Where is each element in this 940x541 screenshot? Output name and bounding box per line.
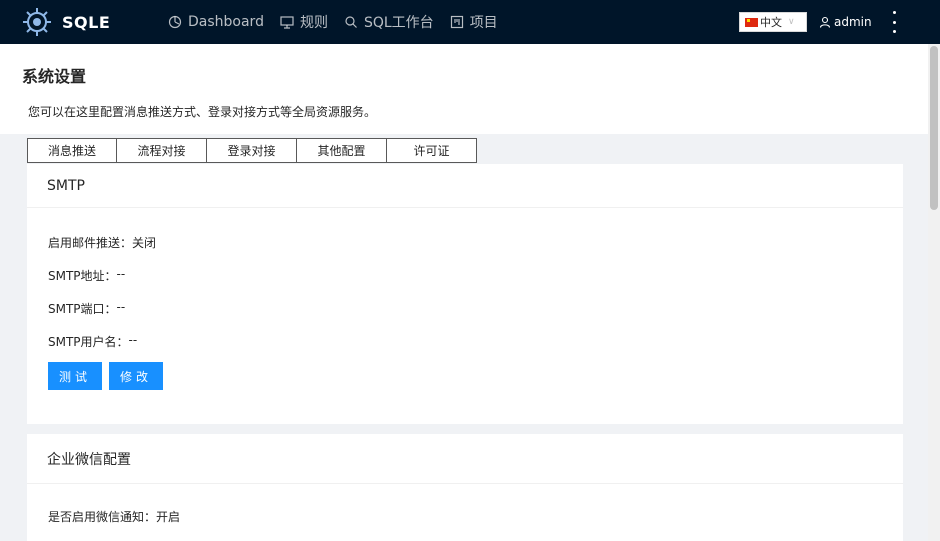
nav-label: 项目 [469, 15, 498, 31]
chevron-down-icon: ∨ [788, 17, 795, 27]
scrollbar-thumb[interactable] [930, 46, 938, 210]
top-header: SQLE Dashboard 规则 SQL工作台 项目 中文 ∨ admin [0, 0, 940, 44]
smtp-port-row: SMTP端口： -- [48, 300, 125, 317]
smtp-username-row: SMTP用户名： -- [48, 333, 137, 350]
china-flag-icon [745, 17, 758, 27]
wechat-card: 企业微信配置 是否启用微信通知： 开启 [27, 434, 903, 541]
smtp-host-row: SMTP地址： -- [48, 267, 125, 284]
field-value: -- [116, 300, 126, 314]
field-label: SMTP地址： [48, 269, 117, 283]
field-value: -- [116, 267, 126, 281]
nav-label: Dashboard [188, 14, 264, 30]
tab-other-config[interactable]: 其他配置 [297, 138, 387, 163]
main-nav: Dashboard 规则 SQL工作台 项目 [168, 12, 514, 32]
logo[interactable]: SQLE [20, 5, 168, 39]
smtp-card-title: SMTP [27, 164, 903, 208]
wechat-card-title: 企业微信配置 [27, 434, 903, 484]
wechat-enable-row: 是否启用微信通知： 开启 [48, 508, 180, 525]
field-label: SMTP用户名： [48, 335, 129, 349]
sqle-logo-icon [23, 8, 51, 36]
nav-rules[interactable]: 规则 [280, 12, 328, 32]
field-value: 关闭 [132, 236, 157, 250]
test-button[interactable]: 测试 [48, 362, 102, 390]
more-vertical-icon[interactable] [889, 11, 899, 33]
tab-process-integration[interactable]: 流程对接 [117, 138, 207, 163]
edit-button[interactable]: 修改 [109, 362, 163, 390]
field-label: 是否启用微信通知： [48, 510, 157, 524]
tab-license[interactable]: 许可证 [387, 138, 477, 163]
search-icon [345, 16, 357, 28]
language-value: 中文 [760, 16, 782, 29]
project-icon [450, 15, 463, 29]
field-value: 开启 [156, 510, 181, 524]
page-description: 您可以在这里配置消息推送方式、登录对接方式等全局资源服务。 [28, 105, 377, 119]
nav-label: SQL工作台 [363, 15, 434, 31]
settings-tabs: 消息推送 流程对接 登录对接 其他配置 许可证 [27, 138, 477, 163]
smtp-enable-row: 启用邮件推送： 关闭 [48, 234, 156, 251]
field-label: 启用邮件推送： [48, 236, 133, 250]
tab-message-push[interactable]: 消息推送 [27, 138, 117, 163]
username: admin [834, 15, 872, 29]
dashboard-icon [168, 15, 182, 29]
page-title: 系统设置 [22, 67, 87, 86]
nav-sql-workbench[interactable]: SQL工作台 [344, 12, 434, 32]
logo-text: SQLE [62, 12, 111, 32]
user-icon [819, 16, 831, 28]
tab-login-integration[interactable]: 登录对接 [207, 138, 297, 163]
field-value: -- [128, 333, 138, 347]
nav-project[interactable]: 项目 [450, 12, 498, 32]
smtp-card: SMTP 启用邮件推送： 关闭 SMTP地址： -- SMTP端口： -- SMTP用… [27, 164, 903, 424]
nav-dashboard[interactable]: Dashboard [168, 14, 264, 30]
nav-label: 规则 [299, 15, 328, 31]
desktop-icon [280, 16, 294, 29]
field-label: SMTP端口： [48, 302, 117, 316]
language-select[interactable]: 中文 ∨ [739, 12, 807, 32]
user-menu[interactable]: admin [819, 0, 872, 44]
